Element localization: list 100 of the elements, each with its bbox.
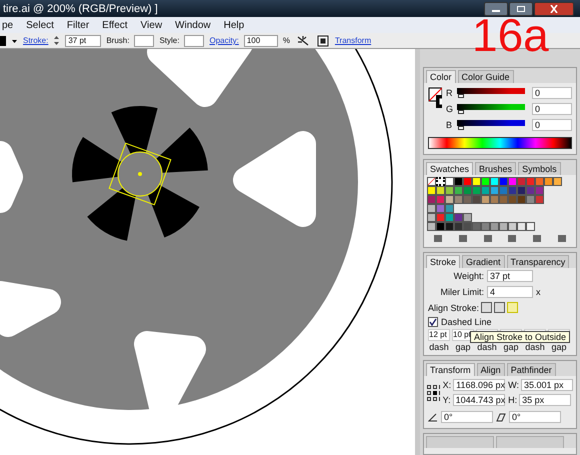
color-swatch[interactable] bbox=[436, 222, 445, 231]
panel-tab[interactable]: Transform bbox=[426, 363, 475, 376]
color-swatch[interactable] bbox=[472, 186, 481, 195]
miter-field[interactable]: 4 bbox=[487, 286, 533, 298]
menu-item[interactable]: Help bbox=[222, 20, 246, 30]
color-swatch[interactable] bbox=[436, 213, 445, 222]
color-swatch[interactable] bbox=[490, 186, 499, 195]
shear-field[interactable]: 0° bbox=[509, 411, 561, 423]
color-swatch[interactable] bbox=[445, 213, 454, 222]
color-swatch[interactable] bbox=[508, 222, 517, 231]
coordinate-field[interactable]: 1168.096 px bbox=[453, 379, 506, 391]
color-swatch[interactable] bbox=[436, 204, 445, 213]
align-stroke-button[interactable] bbox=[481, 302, 492, 313]
color-swatch[interactable] bbox=[535, 177, 544, 186]
maximize-button[interactable] bbox=[509, 2, 533, 16]
color-swatch[interactable] bbox=[526, 186, 535, 195]
color-swatch[interactable] bbox=[463, 222, 472, 231]
color-swatch[interactable] bbox=[445, 186, 454, 195]
fill-stroke-icon[interactable] bbox=[428, 87, 442, 109]
color-swatch[interactable] bbox=[535, 195, 544, 204]
menu-item[interactable]: Effect bbox=[100, 20, 130, 30]
color-swatch[interactable] bbox=[499, 195, 508, 204]
color-swatch[interactable] bbox=[517, 222, 526, 231]
color-swatch[interactable] bbox=[499, 177, 508, 186]
color-swatch[interactable] bbox=[544, 177, 553, 186]
color-swatch[interactable] bbox=[463, 195, 472, 204]
stroke-link[interactable]: Stroke: bbox=[23, 36, 48, 45]
coordinate-field[interactable]: 1044.743 px bbox=[452, 394, 505, 406]
weight-field[interactable]: 37 pt bbox=[487, 270, 533, 282]
panel-tool-icon[interactable] bbox=[484, 235, 492, 242]
color-swatch[interactable] bbox=[517, 186, 526, 195]
color-swatch[interactable] bbox=[454, 213, 463, 222]
panel-tool-icon[interactable] bbox=[558, 235, 566, 242]
panel-tab[interactable]: Transparency bbox=[506, 255, 570, 268]
panel-tab[interactable]: Stroke bbox=[426, 255, 460, 268]
color-swatch[interactable] bbox=[508, 195, 517, 204]
color-swatch[interactable] bbox=[436, 195, 445, 204]
spinner-icon[interactable] bbox=[53, 35, 60, 46]
channel-slider[interactable] bbox=[457, 104, 525, 114]
color-swatch[interactable] bbox=[499, 222, 508, 231]
minimize-button[interactable] bbox=[484, 2, 508, 16]
color-swatch[interactable] bbox=[481, 177, 490, 186]
align-stroke-button[interactable] bbox=[494, 302, 506, 313]
color-swatch[interactable] bbox=[463, 213, 472, 222]
fill-swatch[interactable] bbox=[0, 36, 6, 46]
menu-item[interactable]: View bbox=[138, 20, 164, 30]
align-icon[interactable] bbox=[316, 34, 330, 46]
opacity-link[interactable]: Opacity: bbox=[209, 36, 239, 45]
panel-tab[interactable]: Align bbox=[476, 363, 505, 376]
color-swatch[interactable] bbox=[445, 204, 454, 213]
panel-tab[interactable]: Symbols bbox=[518, 162, 561, 175]
color-swatch[interactable] bbox=[508, 177, 517, 186]
color-swatch[interactable] bbox=[427, 186, 436, 195]
color-swatch[interactable] bbox=[481, 222, 490, 231]
panel-tab[interactable]: Swatches bbox=[426, 162, 474, 175]
slider-thumb[interactable] bbox=[458, 110, 464, 114]
channel-slider[interactable] bbox=[457, 88, 525, 98]
color-swatch[interactable] bbox=[490, 195, 499, 204]
color-swatch[interactable] bbox=[472, 195, 481, 204]
color-swatch[interactable] bbox=[553, 177, 562, 186]
color-swatch[interactable] bbox=[445, 195, 454, 204]
color-swatch[interactable] bbox=[445, 222, 454, 231]
color-swatch[interactable] bbox=[454, 177, 463, 186]
style-dropdown[interactable] bbox=[184, 34, 204, 46]
color-swatch[interactable] bbox=[463, 186, 472, 195]
registration-swatch[interactable] bbox=[436, 177, 445, 186]
color-swatch[interactable] bbox=[526, 222, 535, 231]
color-swatch[interactable] bbox=[436, 186, 445, 195]
color-spectrum[interactable] bbox=[428, 137, 572, 149]
color-swatch[interactable] bbox=[427, 204, 436, 213]
channel-value-field[interactable]: 0 bbox=[532, 87, 572, 99]
color-swatch[interactable] bbox=[490, 177, 499, 186]
dash-field[interactable]: 12 pt bbox=[428, 329, 450, 341]
color-swatch[interactable] bbox=[517, 177, 526, 186]
menu-item[interactable]: Window bbox=[173, 20, 213, 30]
opacity-field[interactable]: 100 bbox=[244, 34, 278, 46]
color-swatch[interactable] bbox=[517, 195, 526, 204]
brush-dropdown[interactable] bbox=[134, 34, 154, 46]
dashed-line-checkbox[interactable] bbox=[428, 317, 438, 327]
channel-value-field[interactable]: 0 bbox=[532, 103, 572, 115]
color-swatch[interactable] bbox=[526, 177, 535, 186]
panel-tool-icon[interactable] bbox=[508, 235, 516, 242]
rotate-field[interactable]: 0° bbox=[441, 411, 493, 423]
coordinate-field[interactable]: 35.001 px bbox=[521, 379, 573, 391]
color-swatch[interactable] bbox=[454, 186, 463, 195]
color-swatch[interactable] bbox=[481, 195, 490, 204]
color-swatch[interactable] bbox=[526, 195, 535, 204]
coordinate-field[interactable]: 35 px bbox=[519, 394, 572, 406]
color-swatch[interactable] bbox=[463, 177, 472, 186]
menu-item[interactable]: Select bbox=[24, 20, 56, 30]
panel-tab[interactable]: Gradient bbox=[462, 255, 505, 268]
color-swatch[interactable] bbox=[499, 186, 508, 195]
menu-item[interactable]: Filter bbox=[64, 20, 92, 30]
none-swatch[interactable] bbox=[427, 177, 436, 186]
panel-tab[interactable]: Brushes bbox=[475, 162, 516, 175]
panel-tab[interactable]: Color bbox=[426, 70, 456, 83]
color-swatch[interactable] bbox=[490, 222, 499, 231]
transform-link[interactable]: Transform bbox=[334, 36, 372, 45]
color-swatch[interactable] bbox=[472, 177, 481, 186]
panel-tool-icon[interactable] bbox=[532, 235, 541, 242]
